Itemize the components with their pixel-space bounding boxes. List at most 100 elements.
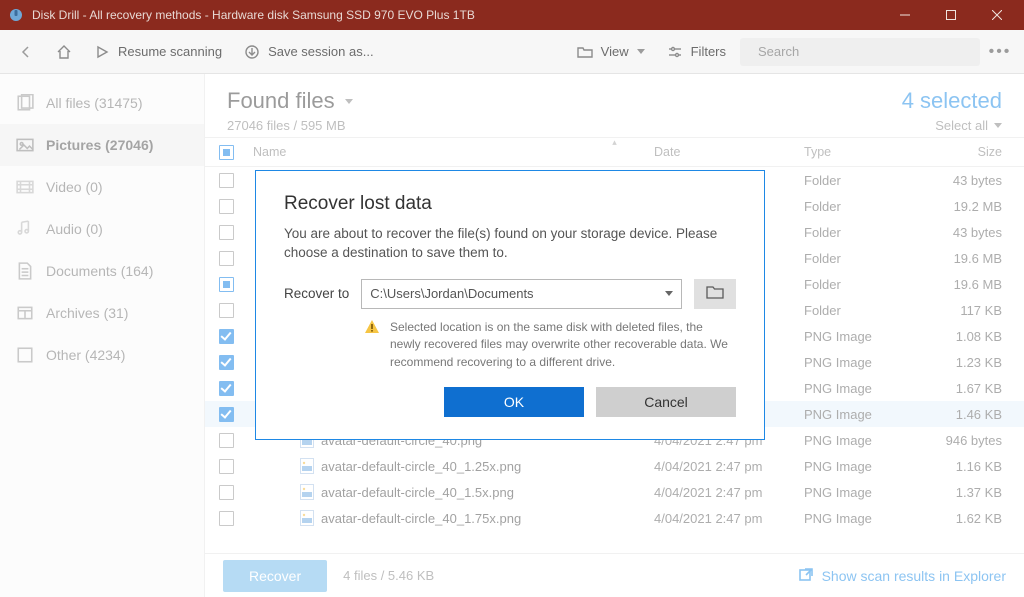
dialog-title: Recover lost data	[284, 193, 736, 215]
row-checkbox[interactable]	[219, 199, 234, 214]
ok-button[interactable]: OK	[444, 387, 584, 417]
browse-folder-button[interactable]	[694, 279, 736, 309]
table-row[interactable]: avatar-default-circle_40_1.25x.png 4/04/2…	[205, 453, 1024, 479]
page-title-dropdown[interactable]: Found files	[227, 88, 902, 114]
row-checkbox[interactable]	[219, 329, 234, 344]
selection-count: 4 selected	[902, 88, 1002, 114]
row-checkbox[interactable]	[219, 485, 234, 500]
row-checkbox[interactable]	[219, 407, 234, 422]
row-checkbox[interactable]	[219, 277, 234, 292]
file-name: avatar-default-circle_40_1.25x.png	[321, 459, 521, 474]
image-file-icon	[299, 458, 315, 474]
app-icon	[8, 7, 24, 23]
sidebar-item-video[interactable]: Video (0)	[0, 166, 204, 208]
recover-button[interactable]: Recover	[223, 560, 327, 592]
archives-icon	[16, 304, 34, 322]
sliders-icon	[667, 44, 683, 60]
file-type: PNG Image	[804, 511, 924, 526]
file-date: 4/04/2021 2:47 pm	[654, 459, 804, 474]
chevron-down-icon	[665, 291, 673, 296]
page-subtitle: 27046 files / 595 MB	[227, 118, 902, 133]
row-checkbox[interactable]	[219, 459, 234, 474]
select-all-checkbox[interactable]	[219, 145, 234, 160]
filters-button[interactable]: Filters	[659, 40, 734, 64]
column-header-size[interactable]: Size	[924, 145, 1024, 159]
warning-icon	[364, 319, 380, 335]
page-title: Found files	[227, 88, 335, 114]
all-icon	[16, 94, 34, 112]
destination-path-select[interactable]: C:\Users\Jordan\Documents	[361, 279, 682, 309]
external-link-icon	[798, 566, 814, 585]
select-all-dropdown[interactable]: Select all	[902, 118, 1002, 133]
file-size: 117 KB	[924, 303, 1024, 318]
home-button[interactable]	[48, 40, 80, 64]
folder-open-icon	[577, 44, 593, 60]
sidebar-item-label: Other (4234)	[46, 347, 125, 363]
main-toolbar: Resume scanning Save session as... View …	[0, 30, 1024, 74]
window-minimize-button[interactable]	[882, 0, 928, 30]
sidebar-item-label: Documents (164)	[46, 263, 153, 279]
arrow-left-icon	[18, 44, 34, 60]
file-type: Folder	[804, 251, 924, 266]
file-size: 19.2 MB	[924, 199, 1024, 214]
column-header-type[interactable]: Type	[804, 145, 924, 159]
row-checkbox[interactable]	[219, 303, 234, 318]
file-size: 1.23 KB	[924, 355, 1024, 370]
select-all-label: Select all	[935, 118, 988, 133]
folder-icon	[706, 285, 724, 302]
documents-icon	[16, 262, 34, 280]
chevron-down-icon	[345, 99, 353, 104]
file-type: Folder	[804, 199, 924, 214]
row-checkbox[interactable]	[219, 381, 234, 396]
sidebar-item-all[interactable]: All files (31475)	[0, 82, 204, 124]
column-header-name[interactable]: Name▴	[247, 145, 654, 159]
category-sidebar: All files (31475)Pictures (27046)Video (…	[0, 74, 205, 597]
file-type: Folder	[804, 225, 924, 240]
table-row[interactable]: avatar-default-circle_40_1.5x.png4/04/20…	[205, 479, 1024, 505]
file-size: 19.6 MB	[924, 277, 1024, 292]
sidebar-item-audio[interactable]: Audio (0)	[0, 208, 204, 250]
show-in-explorer-link[interactable]: Show scan results in Explorer	[798, 566, 1006, 585]
sidebar-item-documents[interactable]: Documents (164)	[0, 250, 204, 292]
row-checkbox[interactable]	[219, 511, 234, 526]
row-checkbox[interactable]	[219, 355, 234, 370]
view-dropdown[interactable]: View	[569, 40, 653, 64]
chevron-down-icon	[637, 49, 645, 54]
more-menu-button[interactable]: •••	[986, 43, 1014, 61]
window-maximize-button[interactable]	[928, 0, 974, 30]
file-size: 1.46 KB	[924, 407, 1024, 422]
save-session-button[interactable]: Save session as...	[236, 40, 382, 64]
dialog-body: You are about to recover the file(s) fou…	[284, 225, 736, 263]
filters-label: Filters	[691, 44, 726, 59]
back-button[interactable]	[10, 40, 42, 64]
view-label: View	[601, 44, 629, 59]
column-header-row: Name▴ Date Type Size	[205, 137, 1024, 167]
file-type: PNG Image	[804, 407, 924, 422]
sidebar-item-archives[interactable]: Archives (31)	[0, 292, 204, 334]
video-icon	[16, 178, 34, 196]
sidebar-item-other[interactable]: Other (4234)	[0, 334, 204, 376]
recover-dialog: Recover lost data You are about to recov…	[255, 170, 765, 440]
cancel-button[interactable]: Cancel	[596, 387, 736, 417]
file-size: 946 bytes	[924, 433, 1024, 448]
table-row[interactable]: avatar-default-circle_40_1.75x.png 4/04/2…	[205, 505, 1024, 531]
file-date: 4/04/2021 2:47 pm	[654, 511, 804, 526]
sidebar-item-pictures[interactable]: Pictures (27046)	[0, 124, 204, 166]
ellipsis-icon: •••	[989, 43, 1012, 61]
row-checkbox[interactable]	[219, 173, 234, 188]
window-close-button[interactable]	[974, 0, 1020, 30]
file-size: 43 bytes	[924, 173, 1024, 188]
row-checkbox[interactable]	[219, 433, 234, 448]
file-name: avatar-default-circle_40_1.75x.png	[321, 511, 521, 526]
file-type: Folder	[804, 277, 924, 292]
chevron-down-icon	[994, 123, 1002, 128]
home-icon	[56, 44, 72, 60]
file-type: PNG Image	[804, 355, 924, 370]
resume-scanning-button[interactable]: Resume scanning	[86, 40, 230, 64]
file-size: 1.37 KB	[924, 485, 1024, 500]
row-checkbox[interactable]	[219, 225, 234, 240]
window-title: Disk Drill - All recovery methods - Hard…	[32, 8, 882, 22]
column-header-date[interactable]: Date	[654, 145, 804, 159]
row-checkbox[interactable]	[219, 251, 234, 266]
search-input[interactable]: Search	[740, 38, 980, 66]
